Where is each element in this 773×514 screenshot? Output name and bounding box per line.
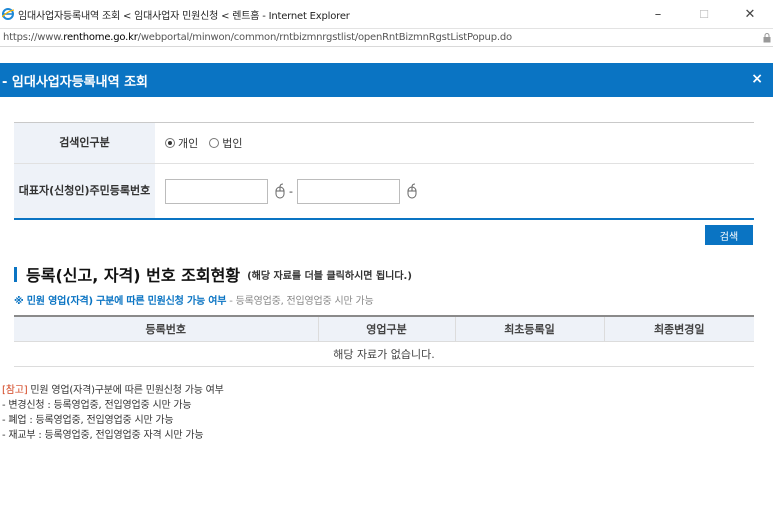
minimize-button[interactable]: – [635,0,681,28]
empty-message: 해당 자료가 없습니다. [14,341,754,367]
column-header: 영업구분 [317,316,455,342]
column-header: 최초등록일 [454,316,604,342]
search-button[interactable]: 검색 [705,225,753,245]
results-table: 등록번호 영업구분 최초등록일 최종변경일 해당 자료가 없습니다. [14,315,754,367]
maximize-button[interactable]: ☐ [681,0,727,28]
search-type-label: 검색인구분 [14,123,155,163]
reference-line: - 재교부 : 등록영업중, 전입영업중 자격 시만 가능 [2,430,204,441]
ssn-label-line2: 주민등록번호 [89,184,151,197]
column-header: 등록번호 [14,316,318,342]
notice-line: ※ 민원 영업(자격) 구분에 따른 민원신청 가능 여부 - 등록영업중, 전… [14,292,374,307]
virtual-keypad-icon[interactable] [405,183,419,199]
radio-corporation[interactable] [209,138,220,148]
section-heading: 등록(신고, 자격) 번호 조회현황 [26,266,241,285]
window-title: 임대사업자등록내역 조회 < 임대사업자 민원신청 < 렌트홈 - Intern… [18,10,350,22]
reference-line: - 변경신청 : 등록영업중, 전입영업중 시만 가능 [2,400,192,411]
reference-heading-text: 민원 영업(자격)구분에 따른 민원신청 가능 여부 [27,385,224,396]
notice-sub: - 등록영업중, 전입영업중 시만 가능 [226,296,374,307]
ssn-inputs: - [155,164,754,218]
ssn-row: 대표자(신청인) 주민등록번호 - [14,164,754,218]
table-row: 해당 자료가 없습니다. [14,341,754,367]
ssn-second-input[interactable] [296,178,400,204]
internet-explorer-icon [2,8,14,20]
section-bar [14,266,17,282]
reference-heading: [참고] 민원 영업(자격)구분에 따른 민원신청 가능 여부 [2,383,224,398]
close-window-button[interactable]: ✕ [727,0,773,28]
window-titlebar: 임대사업자등록내역 조회 < 임대사업자 민원신청 < 렌트홈 - Intern… [0,0,773,28]
reference-line: - 폐업 : 등록영업중, 전입영업중 시만 가능 [2,415,174,426]
address-bar[interactable]: https://www.renthome.go.kr/webportal/min… [0,28,773,47]
virtual-keypad-icon[interactable] [273,183,287,199]
ssn-separator: - [289,184,293,198]
column-header: 최종변경일 [603,316,754,342]
ssn-label-line1: 대표자(신청인) [18,184,90,197]
notice-main: ※ 민원 영업(자격) 구분에 따른 민원신청 가능 여부 [14,296,227,307]
window-controls: – ☐ ✕ [635,0,773,28]
url-text: https://www.renthome.go.kr/webportal/min… [3,32,512,43]
reference-tag: [참고] [2,385,28,396]
lock-icon [763,33,771,43]
radio-individual-label[interactable]: 개인 [178,135,198,151]
radio-individual[interactable] [165,138,175,148]
url-prefix: https://www. [3,32,64,43]
search-type-options: 개인 법인 [155,123,754,163]
url-domain: renthome.go.kr [63,32,138,43]
table-header-row: 등록번호 영업구분 최초등록일 최종변경일 [14,316,754,342]
section-note: (해당 자료를 더블 클릭하시면 됩니다.) [247,270,412,282]
search-type-row: 검색인구분 개인 법인 [14,123,754,164]
search-form: 검색인구분 개인 법인 대표자(신청인) 주민등록번호 - [14,122,754,220]
popup-close-button[interactable]: × [751,71,763,87]
ssn-label: 대표자(신청인) 주민등록번호 [14,164,155,218]
ssn-first-input[interactable] [165,178,268,204]
popup-header: - 임대사업자등록내역 조회 × [0,63,773,97]
url-path: /webportal/minwon/common/rntbizmnrgstlis… [137,32,512,43]
popup-title: - 임대사업자등록내역 조회 [2,74,149,90]
radio-corporation-label[interactable]: 법인 [222,135,242,151]
section-title: 등록(신고, 자격) 번호 조회현황 (해당 자료를 더블 클릭하시면 됩니다.… [14,262,412,286]
reference-notes: [참고] 민원 영업(자격)구분에 따른 민원신청 가능 여부 - 변경신청 :… [2,383,224,443]
